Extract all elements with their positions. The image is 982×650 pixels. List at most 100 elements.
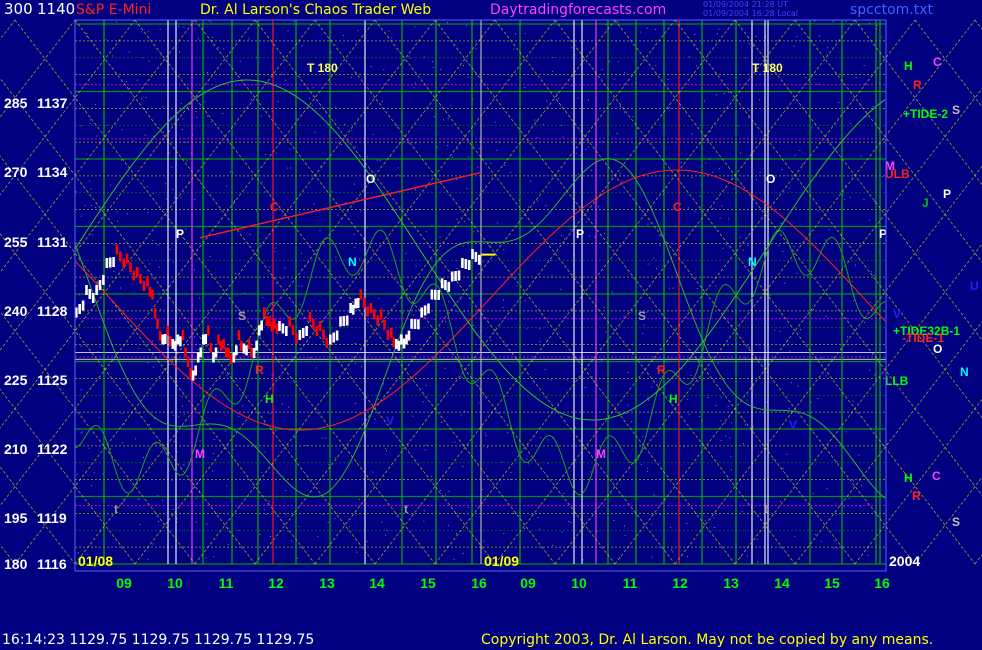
star-dot	[430, 476, 432, 478]
price-bar	[349, 303, 352, 313]
star-dot	[91, 234, 93, 236]
price-bar	[148, 286, 152, 297]
y-right-tick: 1137	[37, 95, 68, 111]
y-left-tick: 225	[4, 372, 28, 388]
price-bar	[199, 347, 203, 358]
star-dot	[539, 341, 541, 343]
star-dot	[463, 311, 465, 313]
site-link[interactable]: Daytradingforecasts.com	[490, 2, 666, 18]
star-dot	[647, 471, 649, 473]
star-dot	[397, 174, 399, 176]
star-dot	[524, 87, 526, 89]
price-bar	[174, 340, 177, 351]
star-dot	[869, 369, 870, 371]
price-bar	[214, 347, 218, 358]
star-dot	[310, 357, 311, 358]
star-dot	[577, 97, 579, 99]
star-dot	[172, 189, 174, 190]
event-marker: T 180	[307, 61, 338, 75]
instrument-title: S&P E-Mini	[76, 2, 152, 18]
price-bar	[362, 298, 366, 308]
star-dot	[163, 131, 165, 133]
star-dot	[478, 385, 480, 387]
star-dot	[138, 348, 140, 349]
star-dot	[462, 466, 464, 467]
star-dot	[446, 22, 448, 23]
price-bar	[125, 253, 129, 264]
price-bar	[209, 343, 213, 353]
star-dot	[718, 28, 720, 30]
legend-label: C	[933, 55, 942, 69]
price-bar	[379, 309, 383, 320]
price-bar	[237, 330, 241, 340]
star-dot	[222, 112, 224, 114]
star-dot	[361, 366, 363, 368]
star-dot	[832, 21, 834, 23]
y-right-tick: 1134	[37, 164, 68, 180]
star-dot	[874, 374, 876, 376]
y-left-tick: 180	[4, 556, 28, 572]
star-dot	[825, 375, 827, 377]
star-dot	[848, 498, 850, 500]
star-dot	[534, 119, 536, 121]
event-marker: V	[386, 414, 394, 428]
star-dot	[447, 145, 449, 147]
price-bar	[329, 334, 332, 345]
star-dot	[538, 528, 540, 530]
star-dot	[409, 58, 411, 59]
star-dot	[512, 512, 514, 514]
star-dot	[473, 70, 475, 72]
star-dot	[85, 153, 87, 155]
star-dot	[729, 437, 731, 439]
legend-label: R	[913, 78, 922, 92]
price-bar	[291, 325, 295, 335]
legend-label: J	[922, 196, 929, 210]
star-dot	[484, 432, 486, 434]
y-right-tick: 1116	[37, 556, 67, 572]
star-dot	[288, 406, 290, 408]
star-dot	[596, 530, 598, 532]
star-dot	[557, 405, 559, 407]
star-dot	[256, 210, 257, 212]
price-bar	[301, 328, 305, 338]
price-bar	[242, 343, 246, 354]
star-dot	[213, 556, 215, 558]
star-dot	[778, 245, 780, 247]
star-dot	[613, 79, 615, 81]
star-dot	[766, 401, 768, 403]
price-bar	[255, 340, 258, 351]
event-marker: T 180	[752, 61, 783, 75]
star-dot	[720, 420, 722, 422]
star-dot	[478, 402, 480, 404]
star-dot	[80, 345, 82, 347]
star-dot	[817, 398, 819, 399]
star-dot	[524, 300, 526, 302]
star-dot	[148, 424, 150, 425]
star-dot	[239, 60, 241, 62]
star-dot	[457, 268, 459, 269]
price-bar	[354, 298, 357, 309]
price-bar	[91, 293, 95, 303]
star-dot	[382, 383, 384, 385]
star-dot	[174, 197, 175, 199]
star-dot	[360, 210, 362, 212]
star-dot	[686, 555, 688, 557]
star-dot	[699, 195, 701, 197]
star-dot	[354, 246, 356, 248]
x-tick: 14	[369, 575, 385, 591]
star-dot	[490, 162, 492, 164]
star-dot	[748, 117, 750, 118]
star-dot	[647, 467, 649, 469]
star-dot	[337, 214, 339, 216]
star-dot	[91, 485, 92, 487]
star-dot	[448, 490, 450, 492]
star-dot	[716, 94, 718, 96]
star-dot	[510, 171, 512, 173]
star-dot	[122, 442, 124, 444]
star-dot	[98, 290, 100, 292]
star-dot	[290, 167, 292, 169]
star-dot	[89, 119, 91, 121]
star-dot	[279, 342, 281, 344]
star-dot	[621, 180, 623, 182]
star-dot	[757, 561, 759, 563]
